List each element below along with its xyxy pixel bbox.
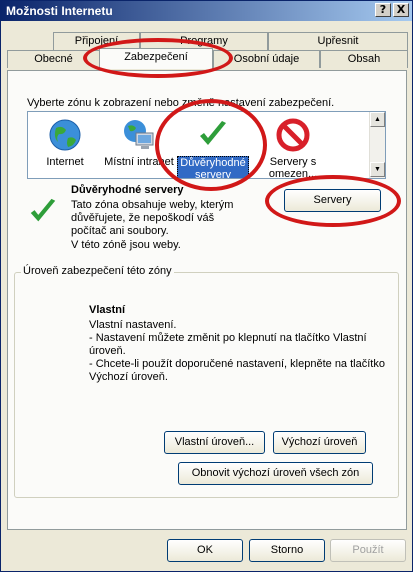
zone-item-restricted[interactable]: Servery s omezen... xyxy=(250,118,336,179)
security-level-line1: Vlastní nastavení. xyxy=(89,319,177,331)
reset-all-zones-button-label: Obnovit výchozí úroveň všech zón xyxy=(191,467,360,479)
apply-button-label: Použít xyxy=(352,544,384,556)
zone-item-trusted[interactable]: Důvěryhodné servery xyxy=(176,118,250,179)
restricted-icon xyxy=(276,118,310,152)
security-level-line2: - Nastavení můžete změnit po klepnutí na… xyxy=(89,332,367,357)
ok-button-label: OK xyxy=(197,544,213,556)
tab-label: Osobní údaje xyxy=(233,53,300,65)
zone-info-description: Tato zóna obsahuje weby, kterým důvěřuje… xyxy=(71,199,234,237)
tab-upresnit[interactable]: Upřesnit xyxy=(268,32,408,50)
tab-label: Obsah xyxy=(347,53,381,65)
custom-level-button-label: Vlastní úroveň... xyxy=(174,436,255,448)
default-level-button-label: Výchozí úroveň xyxy=(281,436,358,448)
tab-osobni-udaje[interactable]: Osobní údaje xyxy=(213,50,320,68)
trusted-checkmark-icon xyxy=(30,198,56,222)
servers-button[interactable]: Servery xyxy=(284,189,381,212)
custom-level-button[interactable]: Vlastní úroveň... xyxy=(164,431,265,454)
zone-label-line2: servery xyxy=(194,169,232,179)
title-bar[interactable]: Možnosti Internetu xyxy=(1,1,412,21)
security-level-title: Vlastní xyxy=(89,304,126,316)
tab-label: Upřesnit xyxy=(317,35,359,47)
zone-label: Internet xyxy=(46,156,84,168)
scroll-up-button[interactable]: ▲ xyxy=(370,112,385,127)
ok-button[interactable]: OK xyxy=(167,539,243,562)
zone-label: Místní intranet xyxy=(104,156,174,168)
zone-item-internet[interactable]: Internet xyxy=(28,118,102,168)
checkmark-icon xyxy=(200,121,226,145)
cancel-button[interactable]: Storno xyxy=(249,539,325,562)
zone-list[interactable]: Internet Místní intranet Důvěryhodné ser… xyxy=(27,111,386,179)
tab-obsah[interactable]: Obsah xyxy=(320,50,408,68)
apply-button[interactable]: Použít xyxy=(330,539,406,562)
scroll-down-button[interactable]: ▼ xyxy=(370,162,385,177)
help-button[interactable]: ? xyxy=(375,3,391,17)
zone-label: Servery s omezen... xyxy=(268,156,318,179)
tab-zabezpeceni[interactable]: Zabezpečení xyxy=(99,48,213,69)
tab-label: Zabezpečení xyxy=(124,51,188,63)
reset-all-zones-button[interactable]: Obnovit výchozí úroveň všech zón xyxy=(178,462,373,485)
cancel-button-label: Storno xyxy=(270,544,304,556)
tab-obecne[interactable]: Obecné xyxy=(7,50,100,68)
zone-label: Důvěryhodné servery xyxy=(177,156,249,179)
security-level-legend: Úroveň zabezpečení této zóny xyxy=(21,265,174,277)
globe-icon xyxy=(49,119,81,151)
servers-button-label: Servery xyxy=(313,194,352,206)
internet-options-window: Možnosti Internetu ? X Připojení Program… xyxy=(0,0,413,572)
zone-prompt: Vyberte zónu k zobrazení nebo změně nast… xyxy=(27,97,335,109)
tab-label: Programy xyxy=(180,35,228,47)
zone-info-status: V této zóně jsou weby. xyxy=(71,239,181,251)
close-button[interactable]: X xyxy=(393,3,409,17)
tab-label: Obecné xyxy=(34,53,73,65)
zone-item-intranet[interactable]: Místní intranet xyxy=(102,118,176,168)
tab-label: Připojení xyxy=(74,35,119,47)
default-level-button[interactable]: Výchozí úroveň xyxy=(273,431,366,454)
security-level-line3: - Chcete-li použít doporučené nastavení,… xyxy=(89,358,385,383)
intranet-computer-icon xyxy=(124,120,154,149)
zone-label-line1: Důvěryhodné xyxy=(180,157,246,169)
zone-list-scrollbar[interactable]: ▲ ▼ xyxy=(369,112,385,178)
window-title: Možnosti Internetu xyxy=(6,4,113,18)
zone-info-title: Důvěryhodné servery xyxy=(71,184,184,196)
